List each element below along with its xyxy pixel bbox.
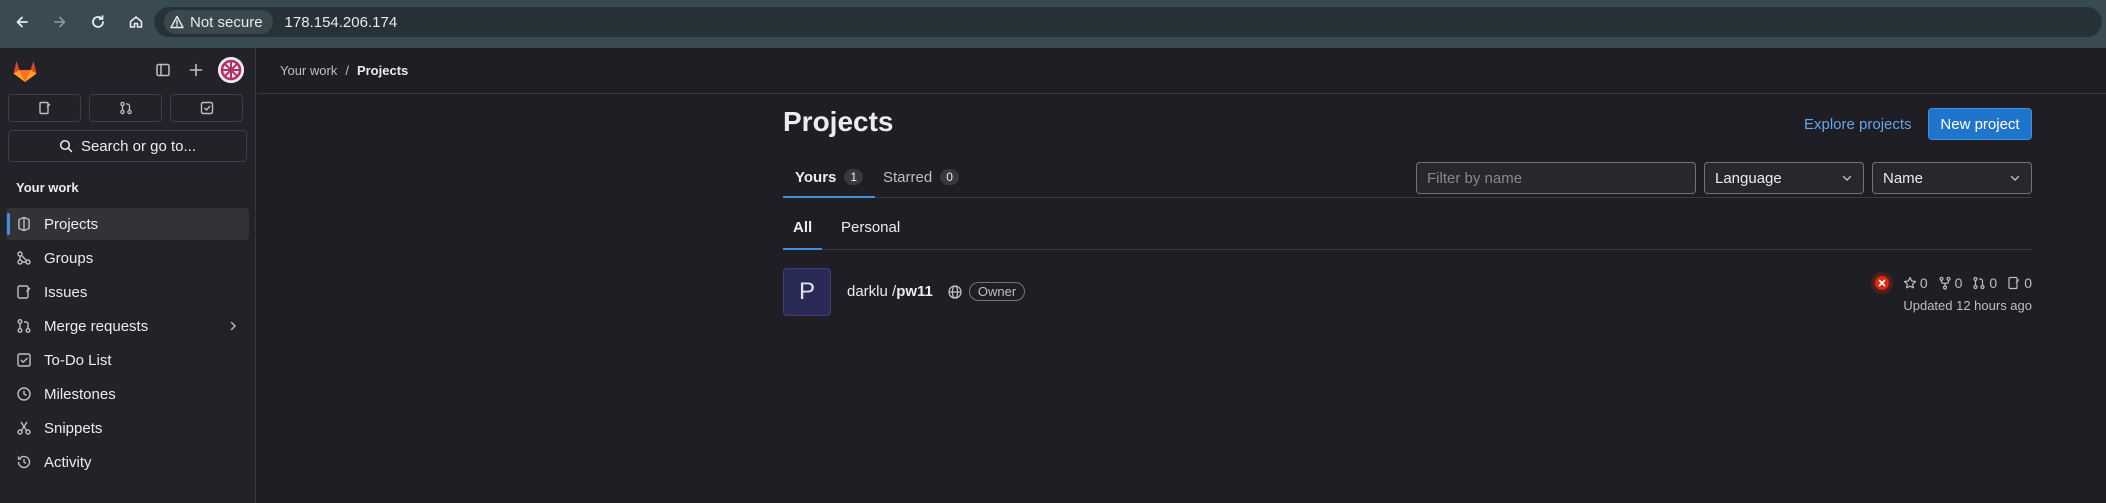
search-label: Search or go to... (80, 137, 197, 155)
subtab-all[interactable]: All (783, 204, 822, 250)
tab-count: 0 (940, 169, 959, 185)
sidebar-item-activity[interactable]: Activity (6, 446, 249, 478)
issues-icon (16, 284, 32, 300)
page-title: Projects (783, 106, 894, 137)
address-bar[interactable]: Not secure 178.154.206.174 (154, 7, 2102, 37)
tab-starred[interactable]: Starred 0 (871, 156, 971, 198)
security-label: Not secure (190, 13, 263, 31)
sort-select[interactable]: Name (1872, 162, 2032, 194)
chevron-down-icon (2009, 172, 2021, 184)
group-icon (16, 250, 32, 266)
sidebar-item-label: To-Do List (44, 351, 112, 369)
sidebar-item-label: Issues (44, 283, 88, 301)
url-text: 178.154.206.174 (284, 13, 398, 31)
role-badge: Owner (968, 282, 1026, 301)
project-namespace: darklu / (847, 283, 897, 300)
forks-stat[interactable]: 0 (1938, 275, 1963, 291)
subtab-personal[interactable]: Personal (831, 204, 910, 250)
chevron-right-icon[interactable] (227, 320, 239, 332)
reload-icon[interactable] (84, 8, 112, 36)
subtabs: All Personal (783, 204, 2032, 250)
updated-timestamp: Updated 12 hours ago (1903, 298, 2032, 313)
breadcrumb-separator: / (345, 63, 349, 78)
gitlab-logo-icon[interactable] (12, 58, 38, 83)
merge-requests-button[interactable] (89, 94, 162, 122)
breadcrumb: Your work / Projects (257, 48, 2106, 94)
warning-icon (170, 15, 184, 29)
home-icon[interactable] (122, 8, 150, 36)
merge-request-icon (1972, 276, 1986, 290)
avatar[interactable] (218, 57, 244, 83)
issues-stat[interactable]: 0 (2007, 275, 2032, 291)
issues-icon (38, 101, 50, 115)
snippet-icon (16, 420, 32, 436)
sidebar-item-snippets[interactable]: Snippets (6, 412, 249, 444)
sidebar-counts (0, 94, 255, 122)
sidebar-item-milestones[interactable]: Milestones (6, 378, 249, 410)
sidebar-item-label: Groups (44, 249, 94, 267)
project-avatar[interactable]: P (783, 268, 831, 316)
merge-requests-count: 0 (1989, 275, 1998, 291)
language-select-value: Language (1715, 169, 1782, 187)
sidebar: Search or go to... Your work Projects Gr… (0, 48, 256, 503)
sidebar-item-label: Milestones (44, 385, 116, 403)
browser-toolbar: Not secure 178.154.206.174 (0, 0, 2106, 44)
project-title[interactable]: darklu / pw11 Owner (847, 282, 1026, 301)
sidebar-item-projects[interactable]: Projects (6, 208, 249, 240)
section-title: Your work (16, 180, 79, 195)
tab-label: Starred (883, 168, 933, 186)
project-stats: 0 0 0 0 (1870, 272, 2032, 294)
filter-by-name-input[interactable] (1416, 162, 1696, 194)
sidebar-toggle-icon[interactable] (151, 58, 175, 82)
forward-icon[interactable] (46, 8, 74, 36)
sidebar-item-groups[interactable]: Groups (6, 242, 249, 274)
search-icon (59, 139, 73, 153)
sidebar-nav: Projects Groups Issues Merge requests To… (0, 208, 255, 478)
security-chip[interactable]: Not secure (164, 10, 273, 34)
todo-icon (16, 352, 32, 368)
sidebar-item-label: Snippets (44, 419, 103, 437)
star-icon (1903, 276, 1917, 290)
todo-icon (200, 101, 213, 115)
breadcrumb-projects[interactable]: Projects (357, 63, 408, 78)
stars-count: 0 (1919, 275, 1928, 291)
tab-label: Yours (795, 168, 837, 186)
merge-requests-stat[interactable]: 0 (1972, 275, 1997, 291)
clock-icon (16, 386, 32, 402)
language-select[interactable]: Language (1704, 162, 1864, 194)
todos-button[interactable] (170, 94, 243, 122)
chevron-down-icon (1841, 172, 1853, 184)
sidebar-item-label: Merge requests (44, 317, 149, 335)
sidebar-item-todo-list[interactable]: To-Do List (6, 344, 249, 376)
pipeline-failed-icon[interactable] (1870, 272, 1893, 294)
search-button[interactable]: Search or go to... (8, 130, 247, 162)
sidebar-header (0, 48, 255, 94)
explore-projects-link[interactable]: Explore projects (1804, 116, 1912, 133)
globe-icon (947, 284, 963, 300)
project-name[interactable]: pw11 (896, 283, 933, 300)
issues-icon (2007, 276, 2021, 290)
new-project-button[interactable]: New project (1928, 108, 2032, 140)
issues-count: 0 (2024, 275, 2032, 291)
stars-stat[interactable]: 0 (1903, 275, 1928, 291)
back-icon[interactable] (8, 8, 36, 36)
sidebar-item-label: Activity (44, 453, 92, 471)
tab-yours[interactable]: Yours 1 (783, 156, 875, 198)
fork-icon (1938, 276, 1952, 290)
merge-request-icon (119, 101, 132, 115)
sidebar-item-issues[interactable]: Issues (6, 276, 249, 308)
sidebar-item-label: Projects (44, 215, 99, 233)
breadcrumb-your-work[interactable]: Your work (280, 63, 337, 78)
sidebar-item-merge-requests[interactable]: Merge requests (6, 310, 249, 342)
sort-select-value: Name (1883, 169, 1924, 187)
forks-count: 0 (1954, 275, 1963, 291)
history-icon (16, 454, 32, 470)
table-row: P darklu / pw11 Owner 0 0 0 0 Updated 12… (783, 268, 2032, 318)
merge-request-icon (16, 318, 32, 334)
plus-icon[interactable] (184, 58, 208, 82)
tab-count: 1 (844, 169, 864, 185)
project-icon (16, 216, 32, 232)
assigned-issues-button[interactable] (8, 94, 81, 122)
